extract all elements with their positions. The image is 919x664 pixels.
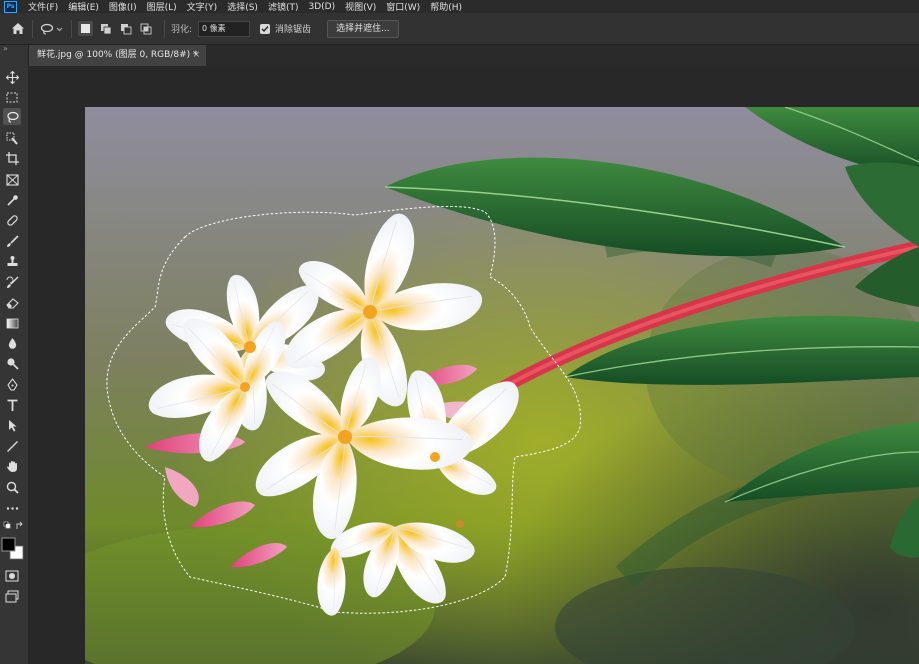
options-bar: 羽化: 0 像素 消除锯齿 选择并遮住... <box>0 13 919 45</box>
collapse-panel-icon[interactable]: » <box>0 45 28 55</box>
default-colors-icon[interactable] <box>3 521 25 531</box>
blur-icon[interactable] <box>3 335 21 352</box>
menu-window[interactable]: 窗口(W) <box>381 0 425 13</box>
line-icon[interactable] <box>3 438 21 455</box>
eyedropper-icon[interactable] <box>3 192 21 209</box>
canvas-area[interactable] <box>28 66 919 664</box>
menu-filter[interactable]: 滤镜(T) <box>263 0 304 13</box>
intersect-selection-icon[interactable] <box>138 21 153 36</box>
clone-stamp-icon[interactable] <box>3 253 21 270</box>
document-tab[interactable]: 鲜花.jpg @ 100% (图层 0, RGB/8#) * × <box>28 45 206 66</box>
menu-select[interactable]: 选择(S) <box>222 0 263 13</box>
feather-input[interactable]: 0 像素 <box>198 20 251 37</box>
document-tab-title: 鲜花.jpg @ 100% (图层 0, RGB/8#) * <box>37 50 198 60</box>
menu-view[interactable]: 视图(V) <box>340 0 381 13</box>
menu-help[interactable]: 帮助(H) <box>425 0 467 13</box>
tools-panel: » <box>0 45 29 664</box>
crop-icon[interactable] <box>3 150 21 167</box>
pen-icon[interactable] <box>3 376 21 393</box>
marquee-icon[interactable] <box>3 89 21 106</box>
more-tools-icon[interactable] <box>3 500 21 517</box>
menu-bar: Ps 文件(F) 编辑(E) 图像(I) 图层(L) 文字(Y) 选择(S) 滤… <box>0 0 919 13</box>
menu-image[interactable]: 图像(I) <box>104 0 142 13</box>
lasso-icon[interactable] <box>3 108 21 125</box>
gradient-icon[interactable] <box>3 315 21 332</box>
document-tabs: 鲜花.jpg @ 100% (图层 0, RGB/8#) * × <box>28 45 919 66</box>
menu-3d[interactable]: 3D(D) <box>303 2 340 12</box>
color-swatches[interactable] <box>1 535 25 561</box>
menu-type[interactable]: 文字(Y) <box>182 0 223 13</box>
brush-icon[interactable] <box>3 233 21 250</box>
antialias-checkbox[interactable] <box>260 23 271 34</box>
feather-label: 羽化: <box>171 25 193 35</box>
antialias-label: 消除锯齿 <box>275 25 312 35</box>
add-to-selection-icon[interactable] <box>98 21 113 36</box>
type-icon[interactable] <box>3 397 21 414</box>
eraser-icon[interactable] <box>3 294 21 311</box>
move-icon[interactable] <box>3 69 21 86</box>
lasso-preset-picker[interactable] <box>39 21 65 37</box>
zoom-icon[interactable] <box>3 479 21 496</box>
healing-brush-icon[interactable] <box>3 212 21 229</box>
screen-mode-icon[interactable] <box>3 588 21 605</box>
dodge-icon[interactable] <box>3 355 21 372</box>
menu-edit[interactable]: 编辑(E) <box>63 0 104 13</box>
home-icon[interactable] <box>10 21 26 37</box>
close-icon[interactable]: × <box>192 45 200 66</box>
hand-icon[interactable] <box>3 458 21 475</box>
menu-file[interactable]: 文件(F) <box>23 0 63 13</box>
separator <box>71 19 72 38</box>
quick-mask-icon[interactable] <box>3 567 21 584</box>
quick-select-icon[interactable] <box>3 130 21 147</box>
menu-layer[interactable]: 图层(L) <box>142 0 182 13</box>
path-select-icon[interactable] <box>3 417 21 434</box>
subtract-from-selection-icon[interactable] <box>118 21 133 36</box>
history-brush-icon[interactable] <box>3 274 21 291</box>
separator <box>32 19 33 38</box>
photoshop-logo-icon: Ps <box>4 0 17 13</box>
new-selection-icon[interactable] <box>78 21 93 36</box>
flower-photo[interactable] <box>85 107 919 664</box>
separator <box>164 19 165 38</box>
foreground-color-swatch[interactable] <box>1 537 16 552</box>
frame-icon[interactable] <box>3 171 21 188</box>
select-and-mask-button[interactable]: 选择并遮住... <box>327 19 399 38</box>
